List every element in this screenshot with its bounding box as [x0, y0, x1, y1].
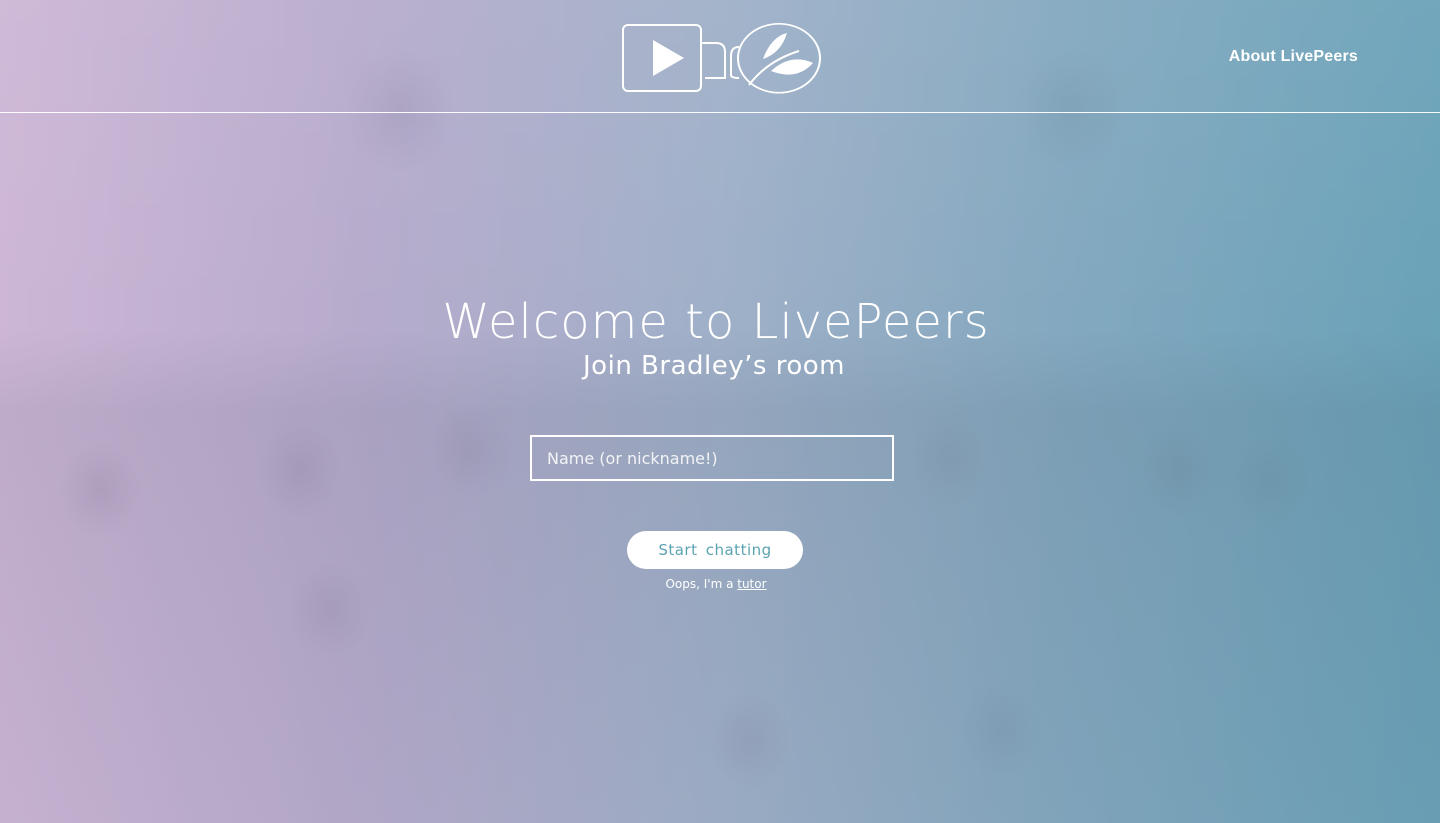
page-title: Welcome to LivePeers — [442, 294, 990, 351]
tutor-link[interactable]: tutor — [737, 577, 766, 591]
leaf-bulb-icon — [730, 23, 821, 94]
start-chatting-button[interactable]: Start chatting — [627, 531, 803, 569]
background-photo-overlay — [0, 0, 1440, 823]
about-livepeers-link[interactable]: About LivePeers — [1229, 48, 1358, 66]
tutor-prompt-text: Oops, I'm a — [665, 577, 738, 591]
tutor-prompt: Oops, I'm a tutor — [0, 577, 1432, 591]
room-subtitle: Join Bradley’s room — [583, 351, 845, 381]
video-camera-play-icon — [622, 24, 726, 92]
livepeers-logo[interactable] — [621, 23, 821, 95]
site-header: About LivePeers — [0, 0, 1440, 113]
name-input[interactable] — [530, 435, 894, 481]
